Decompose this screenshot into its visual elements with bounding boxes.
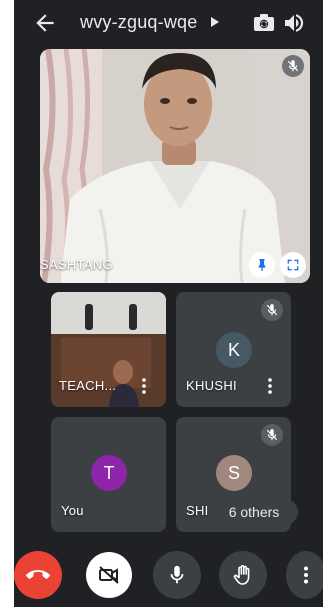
participant-video bbox=[40, 49, 310, 283]
raise-hand-button[interactable] bbox=[219, 551, 267, 599]
avatar: S bbox=[216, 455, 252, 491]
pin-icon bbox=[258, 259, 266, 271]
participant-name: SASHTANG bbox=[40, 257, 113, 272]
end-call-button[interactable] bbox=[14, 551, 62, 599]
avatar: T bbox=[91, 455, 127, 491]
more-options-icon[interactable] bbox=[141, 378, 147, 394]
video-off-icon bbox=[99, 566, 119, 584]
mic-off-icon bbox=[266, 304, 278, 316]
mic-off-icon bbox=[287, 60, 299, 72]
mic-off-badge bbox=[261, 299, 283, 321]
caret-right-icon[interactable] bbox=[211, 17, 219, 27]
mic-off-badge bbox=[282, 55, 304, 77]
participant-tile-you[interactable]: T You bbox=[51, 417, 166, 532]
fullscreen-icon bbox=[287, 259, 299, 271]
back-arrow-icon[interactable] bbox=[32, 10, 58, 36]
meeting-code[interactable]: wvy-zguq-wqe bbox=[80, 12, 197, 33]
more-options-icon[interactable] bbox=[267, 378, 273, 394]
mic-off-badge bbox=[261, 424, 283, 446]
avatar: K bbox=[216, 332, 252, 368]
speaker-icon[interactable] bbox=[282, 11, 306, 35]
microphone-button[interactable] bbox=[153, 551, 201, 599]
participant-name: SHI bbox=[186, 503, 209, 518]
camera-off-button[interactable] bbox=[86, 552, 132, 598]
participant-name: KHUSHI bbox=[186, 378, 237, 393]
call-header: wvy-zguq-wqe bbox=[14, 0, 323, 46]
others-count-chip[interactable]: 6 others bbox=[210, 499, 298, 525]
participant-name: TEACH... bbox=[59, 378, 117, 393]
more-vert-icon bbox=[304, 566, 308, 584]
switch-camera-icon[interactable] bbox=[252, 11, 276, 35]
participant-tile-teacher[interactable]: TEACH... bbox=[51, 292, 166, 407]
fullscreen-button[interactable] bbox=[280, 252, 306, 278]
pin-button[interactable] bbox=[249, 252, 275, 278]
mic-icon bbox=[170, 565, 184, 584]
end-call-icon bbox=[26, 570, 50, 579]
mic-off-icon bbox=[266, 429, 278, 441]
participant-tile-khushi[interactable]: K KHUSHI bbox=[176, 292, 291, 407]
more-options-button[interactable] bbox=[286, 551, 323, 599]
meet-call-screen: wvy-zguq-wqe SASHTANG TEACH... K KHUSHI … bbox=[14, 0, 323, 607]
participant-name: You bbox=[61, 503, 84, 518]
raise-hand-icon bbox=[233, 565, 250, 585]
main-video-tile[interactable]: SASHTANG bbox=[40, 49, 310, 283]
